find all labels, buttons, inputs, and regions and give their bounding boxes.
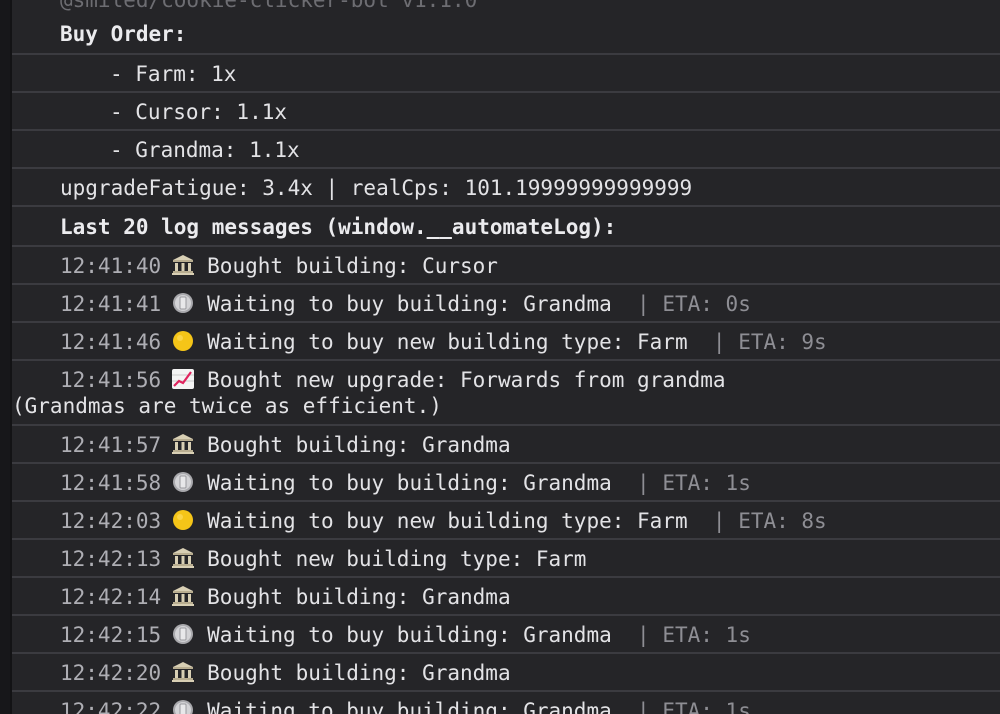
buy-order-item-farm: - Farm: 1x [110,62,237,86]
log-message-continuation: (Grandmas are twice as efficient.) [12,394,442,418]
script-version-line: @smiled/cookie-clicker-bot v1.1.0 [60,0,478,12]
log-row: 12:41:57 Bought building: Grandma [12,426,1000,464]
buy-order-title-row: Buy Order: [12,15,1000,55]
log-row: 12:41:46 Waiting to buy new building type… [12,323,1000,361]
log-message: Waiting to buy building: Grandma [207,471,625,495]
log-message: Bought building: Cursor [207,254,498,278]
log-entry: 12:42:22 Waiting to buy building: Grandma… [60,698,751,714]
log-timestamp: 12:41:41 [60,292,162,316]
log-message: Waiting to buy building: Grandma [207,699,625,714]
log-message: Waiting to buy new building type: Farm [207,330,701,354]
log-entry: 12:42:20 Bought building: Grandma [60,660,511,686]
bank-icon [171,585,197,607]
log-timestamp: 12:41:46 [60,330,162,354]
log-message: Bought building: Grandma [207,433,511,457]
log-entry: 12:42:14 Bought building: Grandma [60,584,511,610]
log-eta: | ETA: 9s [712,330,827,354]
buy-order-item-grandma: - Grandma: 1.1x [110,138,300,162]
log-message: Bought new building type: Farm [207,547,587,571]
log-timestamp: 12:41:57 [60,433,162,457]
buy-order-item: - Grandma: 1.1x [12,131,1000,169]
buy-order-item: - Cursor: 1.1x [12,93,1000,131]
log-row: 12:41:58 Waiting to buy building: Grandma… [12,464,1000,502]
buy-order-item: - Farm: 1x [12,55,1000,93]
bank-icon [171,254,197,276]
log-timestamp: 12:41:58 [60,471,162,495]
log-header-row: Last 20 log messages (window.__automateL… [12,207,1000,247]
log-message: Waiting to buy new building type: Farm [207,509,701,533]
log-header: Last 20 log messages (window.__automateL… [60,215,617,239]
log-row: 12:42:15 Waiting to buy building: Grandma… [12,616,1000,654]
log-timestamp: 12:41:40 [60,254,162,278]
log-eta: | ETA: 1s [637,623,751,647]
stats-line: upgradeFatigue: 3.4x | realCps: 101.1999… [60,176,693,200]
coin-icon [171,699,197,714]
log-row: 12:42:20 Bought building: Grandma [12,654,1000,692]
log-row: 12:41:40 Bought building: Cursor [12,247,1000,285]
log-row: 12:41:41 Waiting to buy building: Grandma… [12,285,1000,323]
bank-icon [171,547,197,569]
coin-icon [171,471,197,493]
log-timestamp: 12:42:14 [60,585,162,609]
yellow-circle-icon [171,330,197,352]
log-row: 12:42:14 Bought building: Grandma [12,578,1000,616]
log-message: Bought building: Grandma [207,585,511,609]
yellow-circle-icon [171,509,197,531]
log-eta: | ETA: 1s [637,699,751,714]
log-row: 12:42:13 Bought new building type: Farm [12,540,1000,578]
log-timestamp: 12:42:13 [60,547,162,571]
log-message: Waiting to buy building: Grandma [207,623,625,647]
log-timestamp: 12:42:15 [60,623,162,647]
buy-order-title: Buy Order: [60,22,187,46]
log-row: 12:42:03 Waiting to buy new building type… [12,502,1000,540]
log-timestamp: 12:42:03 [60,509,162,533]
log-entry: 12:42:13 Bought new building type: Farm [60,546,586,572]
log-timestamp: 12:41:56 [60,368,162,392]
chart-increasing-icon [171,368,197,390]
log-entry: 12:41:56 Bought new upgrade: Forwards fro… [12,367,726,419]
log-message: Bought building: Grandma [207,661,511,685]
stats-row: upgradeFatigue: 3.4x | realCps: 101.1999… [12,169,1000,207]
coin-icon [171,623,197,645]
log-entry: 12:41:58 Waiting to buy building: Grandma… [60,470,751,496]
log-message: Bought new upgrade: Forwards from grandm… [207,368,726,392]
log-row: 12:42:22 Waiting to buy building: Grandma… [12,692,1000,714]
log-timestamp: 12:42:22 [60,699,162,714]
log-eta: | ETA: 0s [637,292,751,316]
buy-order-item-cursor: - Cursor: 1.1x [110,100,288,124]
log-entry: 12:41:41 Waiting to buy building: Grandma… [60,291,751,317]
log-timestamp: 12:42:20 [60,661,162,685]
log-entry: 12:41:46 Waiting to buy new building type… [60,329,827,355]
log-row: 12:41:56 Bought new upgrade: Forwards fro… [12,361,1000,426]
log-entry: 12:41:57 Bought building: Grandma [60,432,511,458]
bank-icon [171,661,197,683]
log-eta: | ETA: 8s [712,509,827,533]
log-entry: 12:42:03 Waiting to buy new building type… [60,508,827,534]
log-entry: 12:42:15 Waiting to buy building: Grandma… [60,622,751,648]
log-message: Waiting to buy building: Grandma [207,292,625,316]
bank-icon [171,433,197,455]
coin-icon [171,292,197,314]
log-eta: | ETA: 1s [637,471,751,495]
log-entry: 12:41:40 Bought building: Cursor [60,253,498,279]
console-panel: @smiled/cookie-clicker-bot v1.1.0 Buy Or… [10,0,1000,714]
